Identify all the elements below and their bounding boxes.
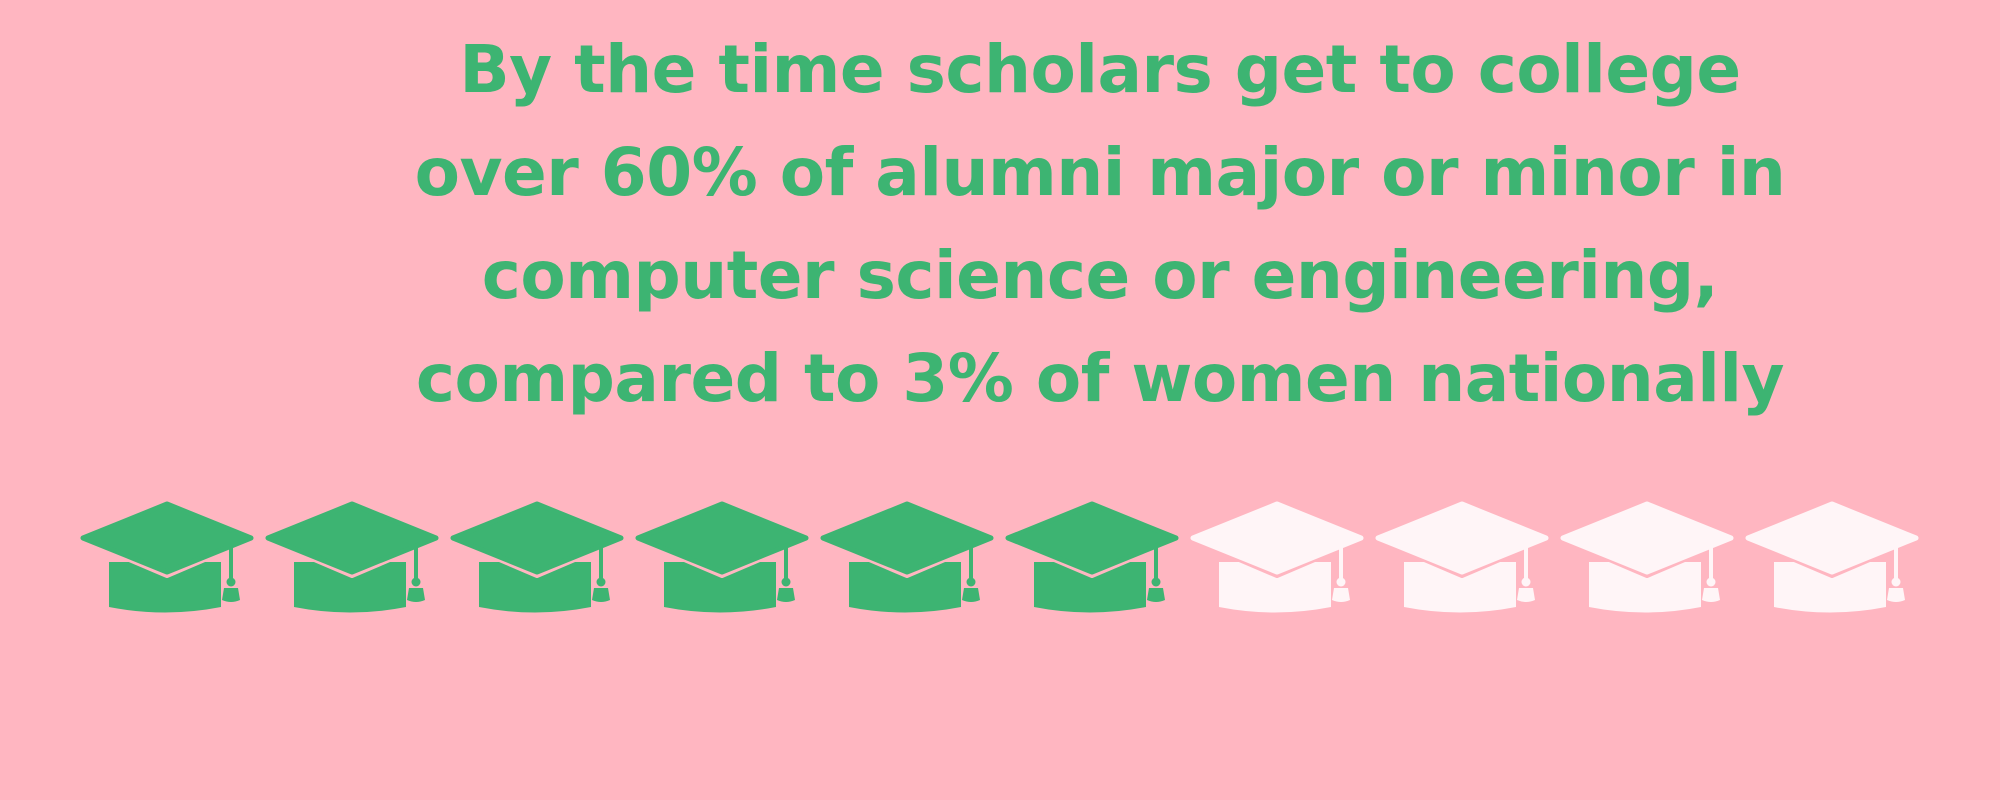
graduation-cap-icon-empty [1190,501,1364,613]
graduation-cap-icon-filled [450,501,624,613]
graduation-cap-icon-empty [1560,501,1734,613]
graduation-cap-icon-filled [820,501,994,613]
graduation-cap-icon-filled [265,501,439,613]
graduation-cap-icon-filled [1005,501,1179,613]
graduation-cap-icon-empty [1745,501,1919,613]
headline-line-4: compared to 3% of women nationally [415,340,1785,417]
headline-line-2: over 60% of alumni major or minor in [414,134,1786,211]
graduation-cap-pictogram [80,500,1920,620]
graduation-cap-icon-empty [1375,501,1549,613]
headline: By the time scholars get to college over… [300,18,1900,430]
graduation-cap-icon-filled [80,501,254,613]
headline-line-1: By the time scholars get to college [459,31,1741,108]
graduation-cap-icon-filled [635,501,809,613]
headline-line-3: computer science or engineering, [481,237,1719,314]
